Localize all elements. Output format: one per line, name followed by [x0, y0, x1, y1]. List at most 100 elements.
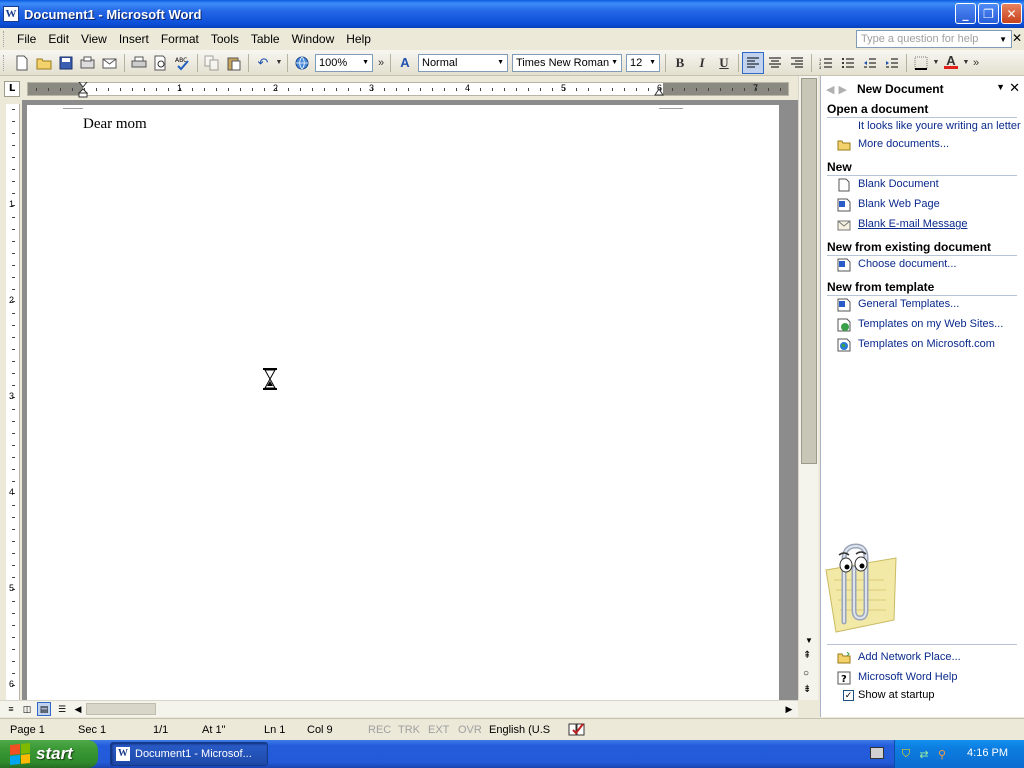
align-left-icon[interactable]: [742, 51, 764, 74]
style-select[interactable]: Normal ▼: [418, 53, 508, 72]
status-ovr[interactable]: OVR: [458, 724, 482, 736]
link-letter-wizard[interactable]: It looks like youre writing an letter: [858, 120, 1021, 132]
italic-button[interactable]: I: [691, 52, 713, 74]
word-app-icon[interactable]: W: [3, 6, 19, 22]
select-browse-object-icon[interactable]: ○: [803, 668, 809, 679]
back-arrow-icon[interactable]: ◀: [826, 83, 834, 96]
status-rec[interactable]: REC: [368, 724, 391, 736]
start-button[interactable]: start: [0, 740, 98, 768]
save-icon[interactable]: [55, 52, 77, 74]
menu-insert[interactable]: Insert: [113, 30, 155, 48]
status-language[interactable]: English (U.S: [489, 724, 550, 736]
tab-selector[interactable]: L: [4, 81, 20, 97]
link-templates-web-sites[interactable]: Templates on my Web Sites...: [858, 318, 1003, 330]
vertical-ruler[interactable]: 1 2 3 4 5 6: [6, 104, 20, 700]
network-icon[interactable]: ⇄: [917, 747, 931, 761]
menu-tools[interactable]: Tools: [205, 30, 245, 48]
spelling-status-icon[interactable]: [568, 722, 586, 736]
toolbar-options-icon[interactable]: »: [375, 52, 387, 74]
bullets-icon[interactable]: [837, 52, 859, 74]
search-icon[interactable]: ⚲: [935, 747, 949, 761]
paste-icon[interactable]: [223, 52, 245, 74]
restore-button[interactable]: ❐: [978, 3, 999, 24]
horizontal-scrollbar[interactable]: ≡ ◫ ▤ ☰ ◀ ▶: [0, 700, 798, 717]
scroll-right-arrow-icon[interactable]: ▶: [782, 702, 796, 716]
spelling-grammar-icon[interactable]: ABC: [172, 52, 194, 74]
link-add-network-place[interactable]: Add Network Place...: [858, 651, 961, 663]
previous-page-icon[interactable]: ⇞: [803, 650, 811, 661]
print-layout-view-icon[interactable]: ▤: [37, 702, 51, 716]
security-shield-icon[interactable]: ⛉: [899, 747, 913, 761]
menu-grip[interactable]: [3, 31, 7, 47]
chevron-down-icon[interactable]: ▼: [611, 59, 618, 66]
borders-dropdown-icon[interactable]: ▼: [932, 52, 940, 74]
menu-file[interactable]: File: [11, 30, 42, 48]
decrease-indent-icon[interactable]: [859, 52, 881, 74]
chevron-down-icon[interactable]: ▼: [996, 82, 1005, 92]
status-trk[interactable]: TRK: [398, 724, 420, 736]
numbering-icon[interactable]: 123: [815, 52, 837, 74]
zoom-select[interactable]: 100% ▼: [315, 53, 373, 72]
title-bar[interactable]: W Document1 - Microsoft Word _ ❐ ✕: [0, 0, 1024, 28]
keyboard-language-icon[interactable]: [870, 747, 884, 759]
normal-view-icon[interactable]: ≡: [4, 702, 18, 716]
scrollbar-thumb[interactable]: [86, 703, 156, 715]
link-more-documents[interactable]: More documents...: [858, 138, 949, 150]
left-indent-marker[interactable]: [78, 82, 88, 98]
link-templates-microsoft[interactable]: Templates on Microsoft.com: [858, 338, 995, 350]
scroll-left-arrow-icon[interactable]: ◀: [71, 702, 85, 716]
menu-view[interactable]: View: [75, 30, 113, 48]
undo-dropdown-icon[interactable]: ▼: [274, 52, 284, 74]
permission-icon[interactable]: [77, 52, 99, 74]
open-folder-icon[interactable]: [33, 52, 55, 74]
forward-arrow-icon[interactable]: ▶: [838, 83, 846, 96]
right-indent-marker[interactable]: [654, 87, 664, 96]
web-layout-view-icon[interactable]: ◫: [20, 702, 34, 716]
align-center-icon[interactable]: [764, 52, 786, 74]
font-select[interactable]: Times New Roman ▼: [512, 53, 622, 72]
undo-icon[interactable]: ↶: [252, 52, 274, 74]
menu-format[interactable]: Format: [155, 30, 205, 48]
close-icon[interactable]: ✕: [1009, 80, 1020, 96]
email-attach-icon[interactable]: [99, 52, 121, 74]
link-blank-email-message[interactable]: Blank E-mail Message: [858, 218, 967, 230]
horizontal-ruler[interactable]: 1 2 3 4 5 6 7: [27, 82, 789, 98]
chevron-down-icon[interactable]: ▼: [362, 59, 369, 66]
align-right-icon[interactable]: [786, 52, 808, 74]
chevron-down-icon[interactable]: ▼: [649, 59, 656, 66]
office-assistant-clippy-icon[interactable]: [806, 540, 901, 635]
font-color-dropdown-icon[interactable]: ▼: [962, 52, 970, 74]
print-icon[interactable]: [128, 52, 150, 74]
toolbar-grip[interactable]: [3, 54, 7, 71]
menu-window[interactable]: Window: [286, 30, 341, 48]
underline-button[interactable]: U: [713, 52, 735, 74]
outline-view-icon[interactable]: ☰: [55, 702, 69, 716]
font-size-select[interactable]: 12 ▼: [626, 53, 660, 72]
copy-icon[interactable]: [201, 52, 223, 74]
menu-edit[interactable]: Edit: [42, 30, 75, 48]
link-blank-web-page[interactable]: Blank Web Page: [858, 198, 940, 210]
link-blank-document[interactable]: Blank Document: [858, 178, 939, 190]
system-clock[interactable]: 4:16 PM: [967, 747, 1008, 759]
new-document-icon[interactable]: [11, 52, 33, 74]
chevron-down-icon[interactable]: ▼: [999, 35, 1007, 44]
show-at-startup-checkbox[interactable]: ✓: [843, 690, 854, 701]
link-word-help[interactable]: Microsoft Word Help: [858, 671, 957, 683]
close-button[interactable]: ✕: [1001, 3, 1022, 24]
menu-help[interactable]: Help: [340, 30, 377, 48]
chevron-down-icon[interactable]: ▼: [497, 59, 504, 66]
document-page[interactable]: Dear mom: [27, 105, 779, 700]
task-pane-title[interactable]: New Document: [857, 82, 944, 96]
close-document-button[interactable]: ✕: [1012, 31, 1022, 45]
bold-button[interactable]: B: [669, 52, 691, 74]
document-text[interactable]: Dear mom: [83, 116, 147, 133]
link-choose-document[interactable]: Choose document...: [858, 258, 956, 270]
print-preview-icon[interactable]: [150, 52, 172, 74]
minimize-button[interactable]: _: [955, 3, 976, 24]
status-ext[interactable]: EXT: [428, 724, 449, 736]
insert-hyperlink-icon[interactable]: [291, 52, 313, 74]
increase-indent-icon[interactable]: [881, 52, 903, 74]
help-question-input[interactable]: Type a question for help ▼: [856, 30, 1012, 48]
borders-icon[interactable]: [910, 52, 932, 74]
menu-table[interactable]: Table: [245, 30, 286, 48]
